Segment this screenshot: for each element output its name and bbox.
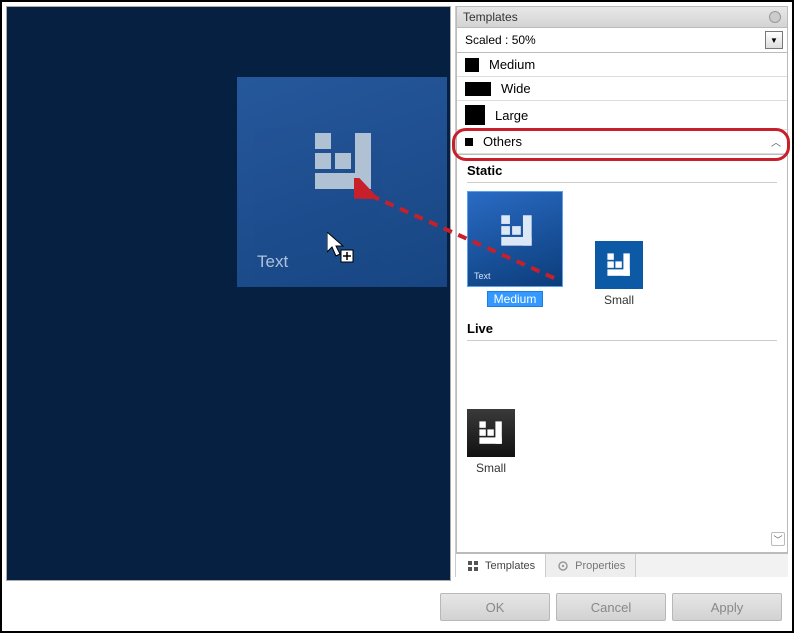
- scale-selector[interactable]: Scaled : 50% ▼: [456, 28, 788, 53]
- category-label: Wide: [501, 81, 531, 96]
- templates-content: Static: [456, 155, 788, 553]
- template-tile-medium[interactable]: Text Medium: [467, 191, 563, 307]
- static-tiles-row: Text Medium: [467, 191, 777, 307]
- app-logo-icon: [498, 212, 536, 255]
- template-tile-small[interactable]: Small: [595, 241, 643, 307]
- scroll-down-icon[interactable]: ﹀: [771, 532, 785, 546]
- cancel-button[interactable]: Cancel: [556, 593, 666, 621]
- category-label: Medium: [489, 57, 535, 72]
- app-logo-icon: [477, 419, 505, 447]
- small-tile-preview[interactable]: [595, 241, 643, 289]
- static-section-title: Static: [467, 163, 777, 183]
- tab-templates[interactable]: Templates: [456, 554, 546, 577]
- grid-icon: [466, 559, 480, 573]
- large-swatch-icon: [465, 105, 485, 125]
- app-logo-icon: [309, 127, 379, 202]
- small-tile-label: Small: [604, 293, 634, 307]
- tab-properties-label: Properties: [575, 560, 625, 572]
- dialog-footer: OK Cancel Apply: [2, 589, 792, 625]
- main-area: Text Templates Scaled : 50% ▼: [2, 2, 792, 577]
- category-wide[interactable]: Wide: [457, 77, 787, 101]
- template-live-tile-small[interactable]: Small: [467, 409, 515, 475]
- templates-panel: Templates Scaled : 50% ▼ Medium Wide La: [455, 6, 788, 577]
- medium-swatch-icon: [465, 58, 479, 72]
- ok-button[interactable]: OK: [440, 593, 550, 621]
- category-label: Large: [495, 108, 528, 123]
- tab-properties[interactable]: Properties: [546, 554, 636, 577]
- category-list: Medium Wide Large Others ︿: [456, 53, 788, 155]
- others-swatch-icon: [465, 138, 473, 146]
- apply-button[interactable]: Apply: [672, 593, 782, 621]
- category-large[interactable]: Large: [457, 101, 787, 130]
- panel-header: Templates: [456, 6, 788, 28]
- pin-icon[interactable]: [769, 11, 781, 23]
- medium-tile-preview[interactable]: Text: [467, 191, 563, 287]
- tab-templates-label: Templates: [485, 560, 535, 572]
- live-small-tile-preview[interactable]: [467, 409, 515, 457]
- category-others[interactable]: Others ︿: [457, 130, 787, 154]
- tile-preview-caption: Text: [474, 271, 491, 281]
- category-medium[interactable]: Medium: [457, 53, 787, 77]
- chevron-up-icon[interactable]: ︿: [771, 134, 781, 149]
- tile-drag-preview[interactable]: Text: [237, 77, 447, 287]
- preview-canvas[interactable]: Text: [6, 6, 451, 581]
- medium-tile-label: Medium: [487, 291, 544, 307]
- dropdown-icon[interactable]: ▼: [765, 31, 783, 49]
- scale-label: Scaled : 50%: [461, 33, 765, 47]
- live-section-title: Live: [467, 321, 777, 341]
- wide-swatch-icon: [465, 82, 491, 96]
- live-tiles-row: Small: [467, 409, 777, 475]
- gear-icon: [556, 559, 570, 573]
- app-logo-icon: [605, 251, 633, 279]
- panel-title: Templates: [463, 10, 518, 24]
- tile-caption: Text: [257, 252, 288, 272]
- live-small-tile-label: Small: [476, 461, 506, 475]
- category-label: Others: [483, 134, 522, 149]
- app-window: Text Templates Scaled : 50% ▼: [0, 0, 794, 633]
- panel-tabs: Templates Properties: [456, 553, 788, 577]
